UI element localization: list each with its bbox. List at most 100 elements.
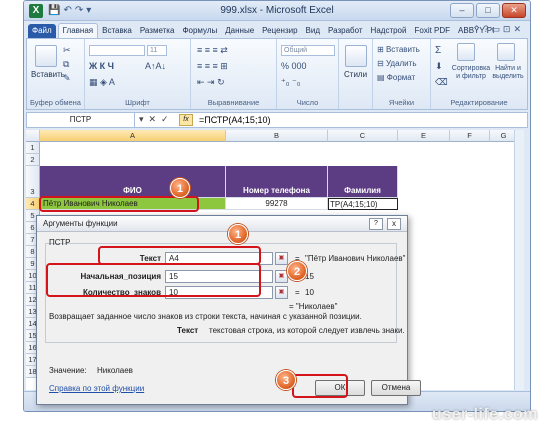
cell-b4[interactable]: 99278 [226, 198, 328, 210]
cell-c4-editing[interactable]: ТР(A4;15;10) [328, 198, 398, 210]
format-painter-icon[interactable]: ✎ [63, 73, 71, 84]
font-name-box[interactable] [89, 45, 145, 56]
styles-icon[interactable] [345, 45, 367, 67]
group-label-number: Число [296, 98, 319, 107]
tab-addins[interactable]: Надстрой [367, 24, 411, 38]
row-header-2[interactable]: 2 [26, 154, 40, 166]
row-header-4[interactable]: 4 [26, 198, 40, 210]
minimize-button[interactable]: – [450, 3, 474, 18]
tab-view[interactable]: Вид [302, 24, 324, 38]
tab-foxit[interactable]: Foxit PDF [410, 24, 454, 38]
tab-layout[interactable]: Разметка [136, 24, 179, 38]
clear-icon[interactable]: ⌫ [435, 77, 448, 88]
formula-cancel-enter-icons[interactable]: ▾✕✓ [139, 114, 174, 125]
cancel-button[interactable]: Отмена [371, 380, 421, 396]
indent-icons[interactable]: ⇤ ⇥ ↻ [197, 77, 225, 88]
column-header-c[interactable]: C [328, 130, 398, 142]
row-header-3[interactable]: 3 [26, 166, 40, 198]
select-all-corner[interactable] [26, 130, 40, 142]
autosum-icon[interactable]: Σ [435, 45, 441, 56]
tab-review[interactable]: Рецензир [258, 24, 301, 38]
decimal-icons[interactable]: ⁺₀ ⁻₀ [281, 77, 300, 88]
ribbon: Вставить ✂ ⧉ ✎ Буфер обмена 11 Ж К Ч A↑A… [26, 38, 528, 110]
highlight-ok-button [292, 374, 348, 398]
maximize-button[interactable]: □ [476, 3, 500, 18]
function-arguments-dialog: Аргументы функции ? x ПСТР Текст A4 ▣ = … [36, 215, 421, 405]
header-cell-surname[interactable]: Фамилия [328, 166, 398, 198]
find-select-icon[interactable] [497, 43, 515, 61]
ribbon-tabs: Файл Главная Вставка Разметка Формулы Да… [24, 21, 530, 38]
column-header-a[interactable]: A [40, 130, 226, 142]
group-number: Общий % 000 ⁺₀ ⁻₀ Число [277, 39, 339, 109]
insert-function-icon[interactable]: fx [179, 114, 193, 126]
close-button[interactable]: ✕ [502, 3, 526, 18]
font-size-box[interactable]: 11 [147, 45, 167, 56]
arg-result-text: "Пётр Иванович Николаев" [305, 254, 406, 263]
group-cells: ⊞ Вставить ⊟ Удалить ▤ Формат Ячейки [373, 39, 431, 109]
equals-sign: = [295, 288, 300, 297]
tab-file[interactable]: Файл [28, 24, 56, 38]
group-styles: Стили [339, 39, 373, 109]
group-label-font: Шрифт [125, 98, 150, 107]
highlight-position-args [46, 263, 261, 297]
copy-icon[interactable]: ⧉ [63, 59, 69, 70]
function-description: Возвращает заданное число знаков из стро… [49, 312, 362, 321]
collapse-dialog-icon[interactable]: ▣ [275, 252, 288, 265]
sort-filter-icon[interactable] [457, 43, 475, 61]
bold-italic-underline[interactable]: Ж К Ч [89, 61, 114, 71]
tab-formulas[interactable]: Формулы [178, 24, 221, 38]
watermark: user-life.com [431, 406, 538, 423]
help-link[interactable]: Справка по этой функции [49, 384, 144, 393]
column-header-f[interactable]: F [450, 130, 490, 142]
format-cells-label: Формат [386, 73, 416, 82]
column-header-b[interactable]: B [226, 130, 328, 142]
sort-filter-button[interactable]: Сортировка и фильтр [451, 65, 491, 81]
formula-input[interactable]: =ПСТР(A4;15;10) [199, 113, 270, 127]
fill-icon[interactable]: ⬇ [435, 61, 443, 72]
collapse-dialog-icon[interactable]: ▣ [275, 286, 288, 299]
step-marker-2: 2 [287, 261, 307, 281]
borders-fill-icons[interactable]: ▦ ◈ A [89, 77, 115, 88]
font-grow-icon[interactable]: A↑A↓ [145, 61, 166, 71]
header-cell-fio[interactable]: ФИО [40, 166, 226, 198]
title-bar: X 💾↶↷▾ 999.xlsx - Microsoft Excel – □ ✕ [24, 1, 530, 21]
format-cells-icon: ▤ [377, 73, 387, 82]
group-label-cells: Ячейки [388, 98, 415, 107]
align-top-icons[interactable]: ≡ ≡ ≡ ⇄ [197, 45, 228, 56]
delete-cells-button[interactable]: ⊟ Удалить [377, 59, 416, 68]
styles-button[interactable]: Стили [344, 70, 367, 79]
group-font: 11 Ж К Ч A↑A↓ ▦ ◈ A Шрифт [85, 39, 191, 109]
find-select-button[interactable]: Найти и выделить [491, 65, 525, 81]
tab-home[interactable]: Главная [57, 23, 99, 38]
tab-data[interactable]: Данные [221, 24, 258, 38]
window-controls: – □ ✕ [450, 3, 526, 18]
dialog-title[interactable]: Аргументы функции [37, 216, 407, 232]
dialog-help-button[interactable]: ? [369, 218, 383, 230]
paste-icon[interactable] [35, 45, 57, 67]
ribbon-help-icons[interactable]: ⌃?▭⊡✕ [473, 24, 524, 35]
row-header-1[interactable]: 1 [26, 142, 40, 154]
name-box[interactable]: ПСТР [27, 113, 135, 127]
paste-button[interactable]: Вставить [31, 70, 65, 79]
function-result: = "Николаев" [289, 302, 338, 311]
value-label: Значение: [49, 366, 87, 375]
tab-insert[interactable]: Вставка [98, 24, 136, 38]
formula-bar: ПСТР ▾✕✓ fx =ПСТР(A4;15;10) [26, 112, 528, 128]
align-horizontal-icons[interactable]: ≡ ≡ ≡ ⊞ [197, 61, 228, 72]
step-marker-1-dialog: 1 [228, 224, 248, 244]
group-alignment: ≡ ≡ ≡ ⇄ ≡ ≡ ≡ ⊞ ⇤ ⇥ ↻ Выравнивание [191, 39, 277, 109]
vertical-scrollbar[interactable] [514, 130, 524, 390]
number-format-buttons[interactable]: % 000 [281, 61, 307, 71]
dialog-close-button[interactable]: x [387, 218, 401, 230]
tab-developer[interactable]: Разработ [324, 24, 367, 38]
highlight-cell-a4 [39, 196, 199, 212]
number-format-box[interactable]: Общий [281, 45, 335, 56]
step-marker-1-cell: 1 [170, 178, 190, 198]
header-cell-phone[interactable]: Номер телефона [226, 166, 328, 198]
cut-icon[interactable]: ✂ [63, 45, 71, 56]
insert-cells-button[interactable]: ⊞ Вставить [377, 45, 420, 54]
format-cells-button[interactable]: ▤ Формат [377, 73, 415, 82]
function-name-label: ПСТР [49, 238, 71, 247]
arg-result-num-chars: 10 [305, 288, 314, 297]
column-header-e[interactable]: E [398, 130, 450, 142]
